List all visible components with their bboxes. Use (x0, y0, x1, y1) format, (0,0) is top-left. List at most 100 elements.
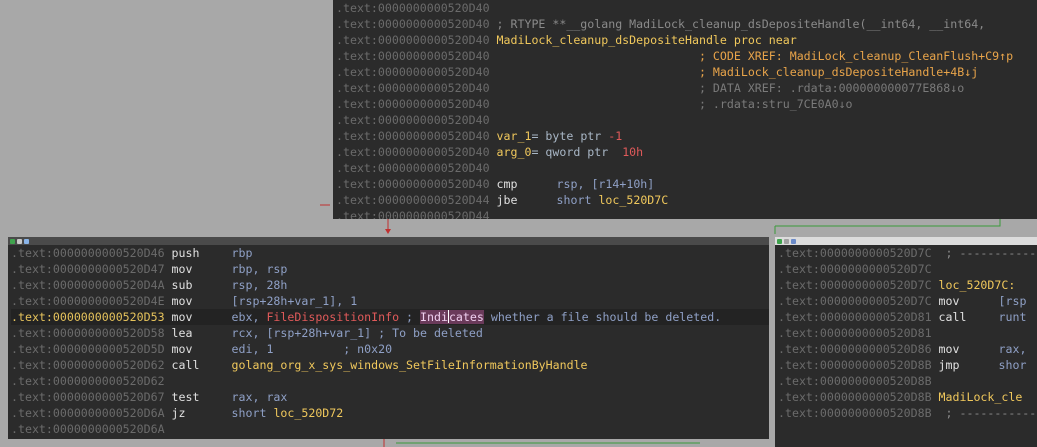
code-line[interactable]: .text:0000000000520D81 (778, 325, 1037, 341)
line-address[interactable]: .text:0000000000520D46 (11, 246, 165, 260)
node-graph-icon[interactable] (17, 238, 22, 244)
code-line[interactable]: .text:0000000000520D53 mov ebx, FileDispo… (11, 309, 769, 325)
code-line[interactable]: .text:0000000000520D40 ; MadiLock_cleanu… (336, 64, 1037, 80)
code-line[interactable]: .text:0000000000520D8B MadiLock_cle (778, 389, 1037, 405)
line-address[interactable]: .text:0000000000520D40 (336, 49, 490, 63)
line-address[interactable]: .text:0000000000520D81 (778, 326, 932, 340)
jump-target[interactable]: loc_520D7C (598, 193, 668, 207)
data-xref[interactable]: ; .rdata:stru_7CE0A0↓o (699, 97, 853, 111)
node-color-icon[interactable] (10, 238, 15, 244)
code-line[interactable]: .text:0000000000520D81 call runt (778, 309, 1037, 325)
node-titlebar-right[interactable] (775, 237, 1037, 245)
code-line[interactable]: .text:0000000000520D86 mov rax, (778, 341, 1037, 357)
line-address[interactable]: .text:0000000000520D58 (11, 326, 165, 340)
code-line[interactable]: .text:0000000000520D8B jmp shor (778, 357, 1037, 373)
line-address[interactable]: .text:0000000000520D40 (336, 129, 490, 143)
line-address[interactable]: .text:0000000000520D7C (778, 278, 932, 292)
line-address[interactable]: .text:0000000000520D44 (336, 193, 490, 207)
code-line[interactable]: .text:0000000000520D40 arg_0= qword ptr … (336, 144, 1037, 160)
code-line[interactable]: .text:0000000000520D40 ; CODE XREF: Madi… (336, 48, 1037, 64)
line-address[interactable]: .text:0000000000520D4E (11, 294, 165, 308)
code-label[interactable]: MadiLock_cle (939, 390, 1023, 404)
line-address[interactable]: .text:0000000000520D40 (336, 1, 490, 15)
code-line[interactable]: .text:0000000000520D6A jz short loc_520D7… (11, 405, 769, 421)
code-line[interactable]: .text:0000000000520D46 push rbp (11, 245, 769, 261)
code-line[interactable]: .text:0000000000520D7C ; ----------- (778, 245, 1037, 261)
code-line[interactable]: .text:0000000000520D40 cmp rsp, [r14+10h] (336, 176, 1037, 192)
line-address[interactable]: .text:0000000000520D40 (336, 81, 490, 95)
line-address[interactable]: .text:0000000000520D53 (11, 310, 165, 324)
code-line[interactable]: .text:0000000000520D40 ; RTYPE **__golan… (336, 16, 1037, 32)
operand-constant[interactable]: FileDispositionInfo (266, 310, 399, 324)
node-graph-icon[interactable] (784, 238, 789, 244)
code-line[interactable]: .text:0000000000520D7C (778, 261, 1037, 277)
code-line[interactable]: .text:0000000000520D58 lea rcx, [rsp+28h+… (11, 325, 769, 341)
jump-target[interactable]: golang_org_x_sys_windows_SetFileInformat… (232, 358, 588, 372)
line-address[interactable]: .text:0000000000520D40 (336, 33, 490, 47)
line-address[interactable]: .text:0000000000520D62 (11, 358, 165, 372)
line-address[interactable]: .text:0000000000520D40 (336, 17, 490, 31)
code-line[interactable]: .text:0000000000520D62 (11, 373, 769, 389)
code-line[interactable]: .text:0000000000520D40 MadiLock_cleanup_… (336, 32, 1037, 48)
line-address[interactable]: .text:0000000000520D47 (11, 262, 165, 276)
code-line[interactable]: .text:0000000000520D8B ; ----------- (778, 405, 1037, 421)
code-line[interactable]: .text:0000000000520D40 (336, 112, 1037, 128)
code-line[interactable]: .text:0000000000520D40 (336, 0, 1037, 16)
operand: edi, 1 ; n0x20 (231, 342, 393, 356)
operand: rcx, [rsp+28h+var_1] ; To be deleted (231, 326, 483, 340)
line-address[interactable]: .text:0000000000520D40 (336, 145, 490, 159)
code-block-right[interactable]: .text:0000000000520D7C ; ----------- .tex… (775, 237, 1037, 447)
line-address[interactable]: .text:0000000000520D7C (778, 246, 932, 260)
line-address[interactable]: .text:0000000000520D6A (11, 406, 165, 420)
code-block-top[interactable]: .text:0000000000520D40 .text:00000000005… (333, 0, 1037, 219)
code-line[interactable]: .text:0000000000520D8B (778, 373, 1037, 389)
line-address[interactable]: .text:0000000000520D5D (11, 342, 165, 356)
code-line[interactable]: .text:0000000000520D40 ; DATA XREF: .rda… (336, 80, 1037, 96)
code-line[interactable]: .text:0000000000520D47 mov rbp, rsp (11, 261, 769, 277)
line-address[interactable]: .text:0000000000520D4A (11, 278, 165, 292)
jump-target[interactable]: loc_520D72 (273, 406, 343, 420)
line-address[interactable]: .text:0000000000520D40 (336, 177, 490, 191)
line-address[interactable]: .text:0000000000520D8B (778, 358, 932, 372)
code-line[interactable]: .text:0000000000520D67 test rax, rax (11, 389, 769, 405)
node-list-icon[interactable] (24, 238, 29, 244)
code-xref[interactable]: ; CODE XREF: MadiLock_cleanup_CleanFlush… (699, 49, 1013, 63)
stack-var-name[interactable]: var_1 (497, 129, 532, 143)
line-address[interactable]: .text:0000000000520D6A (11, 422, 165, 436)
line-address[interactable]: .text:0000000000520D40 (336, 65, 490, 79)
line-address[interactable]: .text:0000000000520D67 (11, 390, 165, 404)
code-line[interactable]: .text:0000000000520D6A (11, 421, 769, 437)
line-address[interactable]: .text:0000000000520D40 (336, 97, 490, 111)
line-address[interactable]: .text:0000000000520D8B (778, 406, 932, 420)
line-address[interactable]: .text:0000000000520D44 (336, 209, 490, 219)
line-address[interactable]: .text:0000000000520D86 (778, 342, 932, 356)
line-address[interactable]: .text:0000000000520D8B (778, 390, 932, 404)
code-xref[interactable]: ; MadiLock_cleanup_dsDepositeHandle+4B↓j (699, 65, 978, 79)
code-label[interactable]: loc_520D7C: (939, 278, 1016, 292)
line-address[interactable]: .text:0000000000520D8B (778, 374, 932, 388)
code-block-left[interactable]: .text:0000000000520D46 push rbp .text:0000… (8, 237, 769, 439)
node-color-icon[interactable] (777, 238, 782, 244)
stack-var-name[interactable]: arg_0 (497, 145, 532, 159)
line-address[interactable]: .text:0000000000520D40 (336, 113, 490, 127)
code-line[interactable]: .text:0000000000520D40 (336, 160, 1037, 176)
code-line[interactable]: .text:0000000000520D44 (336, 208, 1037, 219)
line-address[interactable]: .text:0000000000520D81 (778, 310, 932, 324)
code-line[interactable]: .text:0000000000520D40 var_1= byte ptr -… (336, 128, 1037, 144)
code-line[interactable]: .text:0000000000520D4E mov [rsp+28h+var_1… (11, 293, 769, 309)
code-line[interactable]: .text:0000000000520D5D mov edi, 1 ; n0x20 (11, 341, 769, 357)
code-line[interactable]: .text:0000000000520D7C mov [rsp (778, 293, 1037, 309)
code-line[interactable]: .text:0000000000520D44 jbe short loc_520D… (336, 192, 1037, 208)
code-line[interactable]: .text:0000000000520D4A sub rsp, 28h (11, 277, 769, 293)
code-line[interactable]: .text:0000000000520D62 call golang_org_x_… (11, 357, 769, 373)
node-titlebar[interactable] (8, 237, 769, 245)
line-address[interactable]: .text:0000000000520D7C (778, 294, 932, 308)
code-line[interactable]: .text:0000000000520D40 ; .rdata:stru_7CE… (336, 96, 1037, 112)
line-address[interactable]: .text:0000000000520D40 (336, 161, 490, 175)
data-xref[interactable]: ; DATA XREF: .rdata:000000000077E868↓o (699, 81, 964, 95)
function-name[interactable]: MadiLock_cleanup_dsDepositeHandle (497, 33, 727, 47)
line-address[interactable]: .text:0000000000520D62 (11, 374, 165, 388)
line-address[interactable]: .text:0000000000520D7C (778, 262, 932, 276)
code-line[interactable]: .text:0000000000520D7C loc_520D7C: (778, 277, 1037, 293)
node-list-icon[interactable] (791, 238, 796, 244)
